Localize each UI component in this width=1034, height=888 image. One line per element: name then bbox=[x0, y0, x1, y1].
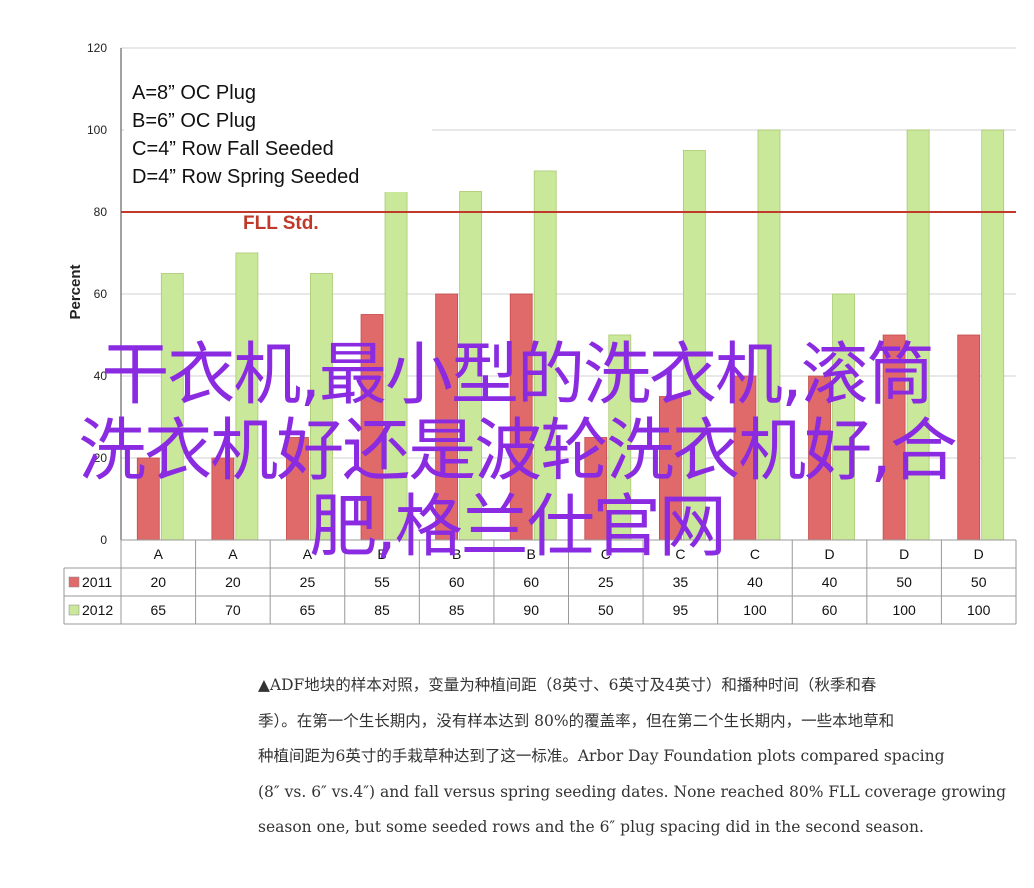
data-label-2012-8: 100 bbox=[743, 602, 767, 618]
caption-line-5: season one, but some seeded rows and the… bbox=[258, 818, 924, 836]
data-label-2012-2: 65 bbox=[300, 602, 316, 618]
data-label-2012-1: 70 bbox=[225, 602, 241, 618]
data-label-2011-10: 50 bbox=[896, 574, 912, 590]
overlay-watermark-text: 干衣机,最小型的洗衣机,滚筒 洗衣机好还是波轮洗衣机好,合 肥,格兰仕官网 bbox=[0, 338, 1034, 566]
y-tick-label-3: 60 bbox=[94, 287, 108, 301]
legend-line-1: B=6” OC Plug bbox=[132, 110, 256, 132]
legend-swatch-2011 bbox=[68, 576, 80, 588]
data-label-2012-7: 95 bbox=[673, 602, 689, 618]
y-tick-label-4: 80 bbox=[94, 205, 108, 219]
data-label-2012-5: 90 bbox=[523, 602, 539, 618]
data-label-2012-6: 50 bbox=[598, 602, 614, 618]
reference-line-layer: FLL Std. bbox=[121, 211, 1016, 234]
data-label-2012-4: 85 bbox=[449, 602, 465, 618]
legend-line-2: C=4” Row Fall Seeded bbox=[132, 138, 334, 160]
data-label-2012-3: 85 bbox=[374, 602, 390, 618]
data-label-2012-9: 60 bbox=[822, 602, 838, 618]
overlay-line-3: 肥,格兰仕官网 bbox=[309, 488, 727, 567]
fll-standard-label: FLL Std. bbox=[243, 213, 319, 234]
data-label-2011-5: 60 bbox=[523, 574, 539, 590]
data-label-2011-6: 25 bbox=[598, 574, 614, 590]
data-label-2011-4: 60 bbox=[449, 574, 465, 590]
overlay-line-2: 洗衣机好还是波轮洗衣机好,合 bbox=[78, 412, 958, 491]
data-label-2012-11: 100 bbox=[967, 602, 991, 618]
data-label-2011-9: 40 bbox=[822, 574, 838, 590]
data-label-2011-7: 35 bbox=[673, 574, 689, 590]
data-label-2012-0: 65 bbox=[151, 602, 167, 618]
y-tick-label-5: 100 bbox=[87, 123, 107, 137]
y-tick-label-6: 120 bbox=[87, 41, 107, 55]
figure-caption: ▲ADF地块的样本对照，变量为种植间距（8英寸、6英寸及4英寸）和播种时间（秋季… bbox=[258, 668, 1018, 846]
data-label-2012-10: 100 bbox=[892, 602, 916, 618]
legend-box: A=8” OC Plug B=6” OC Plug C=4” Row Fall Se… bbox=[124, 72, 432, 192]
legend-line-3: D=4” Row Spring Seeded bbox=[132, 166, 359, 188]
legend-line-0: A=8” OC Plug bbox=[132, 82, 256, 104]
data-label-2011-2: 25 bbox=[300, 574, 316, 590]
data-label-2011-8: 40 bbox=[747, 574, 763, 590]
caption-line-4: (8″ vs. 6″ vs.4″) and fall versus spring… bbox=[258, 782, 1007, 801]
overlay-line-1: 干衣机,最小型的洗衣机,滚筒 bbox=[101, 336, 934, 415]
caption-line-1: ▲ADF地块的样本对照，变量为种植间距（8英寸、6英寸及4英寸）和播种时间（秋季… bbox=[258, 676, 877, 694]
data-label-2011-0: 20 bbox=[151, 574, 167, 590]
data-label-2011-3: 55 bbox=[374, 574, 390, 590]
y-axis-label: Percent bbox=[67, 264, 84, 319]
data-label-2011-11: 50 bbox=[971, 574, 987, 590]
series-name-2012: 2012 bbox=[82, 602, 113, 618]
caption-line-2: 季）。在第一个生长期内，没有样本达到 80%的覆盖率，但在第二个生长期内，一些本… bbox=[258, 711, 895, 730]
data-label-2011-1: 20 bbox=[225, 574, 241, 590]
legend-swatch-2012 bbox=[68, 604, 80, 616]
series-name-2011: 2011 bbox=[82, 574, 112, 590]
caption-line-3: 种植间距为6英寸的手栽草种达到了这一标准。Arbor Day Foundatio… bbox=[258, 747, 945, 765]
